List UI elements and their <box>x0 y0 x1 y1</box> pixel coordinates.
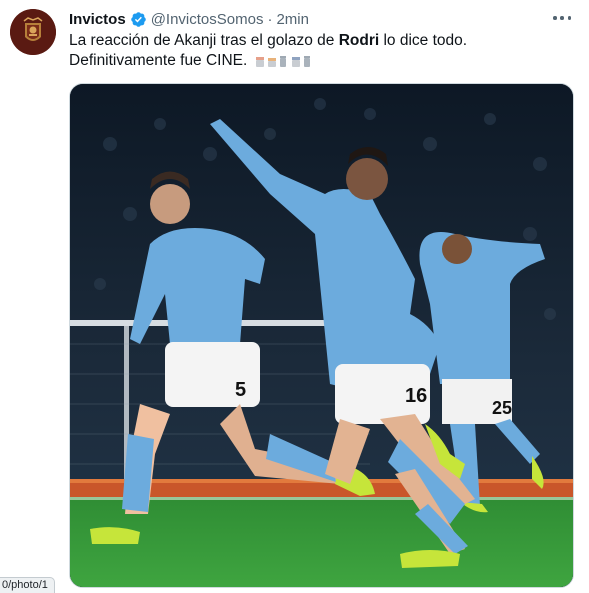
tweet[interactable]: Invictos @InvictosSomos · 2min La reacci… <box>0 0 589 593</box>
tweet-photo[interactable]: 5 16 25 <box>69 83 574 588</box>
separator-dot: · <box>267 10 273 28</box>
author-name[interactable]: Invictos <box>69 11 126 28</box>
tweet-text: La reacción de Akanji tras el golazo de … <box>69 31 574 71</box>
more-options-icon[interactable] <box>553 13 571 23</box>
avatar[interactable] <box>10 9 56 55</box>
tweet-text-part-1: La reacción de Akanji tras el golazo de <box>69 32 339 49</box>
tweet-header: Invictos @InvictosSomos · 2min <box>69 9 569 29</box>
verified-badge-icon <box>130 11 146 27</box>
timestamp[interactable]: 2min <box>276 11 309 28</box>
tweet-text-bold: Rodri <box>338 32 380 49</box>
football-celebration-image: 5 16 25 <box>70 84 573 587</box>
jersey-number-25: 25 <box>492 398 512 418</box>
status-bar-url: 0/photo/1 <box>0 577 55 593</box>
jersey-number-16: 16 <box>405 385 427 407</box>
author-handle[interactable]: @InvictosSomos <box>151 11 264 28</box>
clapper-emoji-icon <box>255 55 310 67</box>
avatar-logo-icon <box>10 9 56 55</box>
jersey-number-5: 5 <box>235 379 246 401</box>
